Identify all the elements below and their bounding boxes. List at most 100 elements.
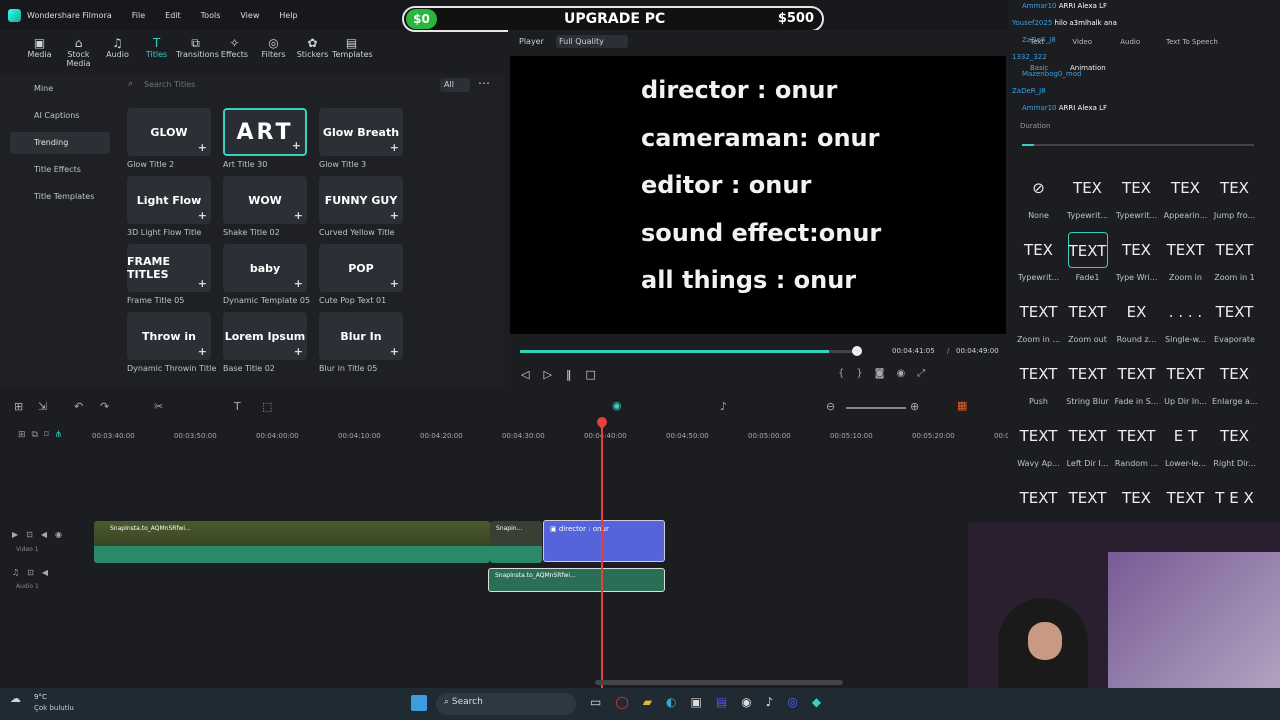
add-icon[interactable]: + xyxy=(198,209,207,222)
animation-preview[interactable]: TEXT xyxy=(1165,480,1206,516)
animation-preview[interactable]: TEXT xyxy=(1018,294,1059,330)
add-icon[interactable]: + xyxy=(198,345,207,358)
title-card[interactable]: Glow Breath + Glow Title 3 xyxy=(319,108,403,169)
animation-item[interactable]: TEXT Evaporate xyxy=(1212,294,1257,344)
animation-preview[interactable]: TEX xyxy=(1214,418,1255,454)
title-thumbnail[interactable]: POP + xyxy=(319,244,403,292)
animation-item[interactable]: TEXT Left Dir I... xyxy=(1065,418,1110,468)
animation-preview[interactable]: TEX xyxy=(1116,232,1157,268)
obs-icon[interactable]: ◎ xyxy=(787,695,811,709)
animation-preview[interactable]: TEXT xyxy=(1214,294,1255,330)
more-options-icon[interactable]: ⋯ xyxy=(478,76,490,90)
menu-view[interactable]: View xyxy=(240,11,259,20)
animation-preview[interactable]: TEX xyxy=(1214,170,1255,206)
timeline-scrollbar[interactable] xyxy=(595,680,843,685)
animation-preview[interactable]: TEX xyxy=(1214,356,1255,392)
animation-preview[interactable]: TEX xyxy=(1116,480,1157,516)
snap-icon[interactable]: ⌑ xyxy=(44,430,55,440)
animation-preview[interactable]: TEXT xyxy=(1116,418,1157,454)
animation-preview[interactable]: E T xyxy=(1165,418,1206,454)
animation-item[interactable]: TEX Typewrit... xyxy=(1114,170,1159,220)
tool-effects[interactable]: ✧ Effects xyxy=(215,36,254,70)
animation-item[interactable]: TEXT Zoom in ... xyxy=(1016,294,1061,344)
animation-item[interactable]: TEX Typewrit... xyxy=(1065,170,1110,220)
playback-progress[interactable] xyxy=(520,350,860,353)
title-clip[interactable]: ▣ director : onur xyxy=(543,520,665,562)
animation-item[interactable]: TEXT xyxy=(1016,480,1061,521)
teams-icon[interactable]: ▤ xyxy=(716,695,741,709)
video-clip[interactable]: SnapInsta.to_AQMnSRfwi... xyxy=(94,521,490,563)
snapshot-icon[interactable]: ◙ xyxy=(875,368,897,379)
title-card[interactable]: FRAME TITLES + Frame Title 05 xyxy=(127,244,211,305)
opera-icon[interactable]: ◯ xyxy=(615,695,642,709)
render-icon[interactable]: ◉ xyxy=(612,399,622,412)
zoom-out-icon[interactable]: ⊖ xyxy=(826,400,835,413)
sidebar-item-title-templates[interactable]: Title Templates xyxy=(10,186,110,208)
animation-preview[interactable]: TEXT xyxy=(1067,232,1108,268)
subtab-basic[interactable]: Basic xyxy=(1030,64,1049,72)
link-icon[interactable]: ⧉ xyxy=(32,430,44,440)
animation-item[interactable]: TEXT Zoom in 1 xyxy=(1212,232,1257,282)
crop-icon[interactable]: ⬚ xyxy=(262,400,272,413)
title-thumbnail[interactable]: ART + xyxy=(223,108,307,156)
title-card[interactable]: ART + Art Title 30 xyxy=(223,108,307,169)
animation-preview[interactable]: TEXT xyxy=(1067,294,1108,330)
animation-preview[interactable]: TEX xyxy=(1018,232,1059,268)
sidebar-item-trending[interactable]: Trending xyxy=(10,132,110,154)
animation-preview[interactable]: TEXT xyxy=(1165,232,1206,268)
split-icon[interactable]: ✂ xyxy=(154,400,163,413)
title-card[interactable]: Blur In + Blur in Title 05 xyxy=(319,312,403,373)
fullscreen-icon[interactable]: ⤢ xyxy=(917,368,937,379)
animation-item[interactable]: EX Round z... xyxy=(1114,294,1159,344)
add-track-icon[interactable]: ⊞ xyxy=(18,430,32,440)
layout-icon[interactable]: ⊞ xyxy=(14,400,23,413)
tool-filters[interactable]: ◎ Filters xyxy=(254,36,293,70)
add-icon[interactable]: + xyxy=(294,209,303,222)
add-icon[interactable]: + xyxy=(292,139,301,152)
prev-frame-icon[interactable]: ◁ xyxy=(521,368,543,381)
title-thumbnail[interactable]: Lorem Ipsum + xyxy=(223,312,307,360)
animation-item[interactable]: TEX Typewrit... xyxy=(1016,232,1061,282)
animation-preview[interactable]: TEXT xyxy=(1214,232,1255,268)
animation-item[interactable]: TEXT xyxy=(1163,480,1208,521)
menu-help[interactable]: Help xyxy=(279,11,297,20)
add-icon[interactable]: + xyxy=(390,141,399,154)
edge-icon[interactable]: ◐ xyxy=(666,695,690,709)
animation-item[interactable]: TEX Enlarge a... xyxy=(1212,356,1257,406)
title-card[interactable]: FUNNY GUY + Curved Yellow Title xyxy=(319,176,403,237)
lock-icon[interactable]: ⊡ xyxy=(27,568,42,577)
filter-dropdown[interactable]: All xyxy=(440,78,470,92)
title-card[interactable]: Lorem Ipsum + Base Title 02 xyxy=(223,312,307,373)
filmora-taskbar-icon[interactable]: ◆ xyxy=(812,695,835,709)
animation-item[interactable]: TEXT Up Dir In... xyxy=(1163,356,1208,406)
tab-text[interactable]: Text xyxy=(1030,38,1044,46)
subtab-animation[interactable]: Animation xyxy=(1070,64,1106,72)
tool-transitions[interactable]: ⧉ Transitions xyxy=(176,36,219,70)
animation-item[interactable]: TEXT Fade1 xyxy=(1065,232,1110,282)
animation-item[interactable]: TEX xyxy=(1114,480,1159,521)
volume-icon[interactable]: ◉ xyxy=(896,368,917,379)
title-thumbnail[interactable]: Light Flow + xyxy=(127,176,211,224)
animation-preview[interactable]: TEXT xyxy=(1116,356,1157,392)
play-icon[interactable]: ▷ xyxy=(543,368,565,381)
video-clip-2[interactable]: Snapin... xyxy=(490,521,542,563)
magnet-icon[interactable]: ⋔ xyxy=(55,430,69,440)
menu-tools[interactable]: Tools xyxy=(201,11,221,20)
animation-preview[interactable]: ⊘ xyxy=(1018,170,1059,206)
tab-text-to-speech[interactable]: Text To Speech xyxy=(1166,38,1218,46)
add-icon[interactable]: + xyxy=(390,209,399,222)
animation-item[interactable]: . . . . Single-w... xyxy=(1163,294,1208,344)
windows-start-icon[interactable] xyxy=(411,695,427,711)
animation-item[interactable]: T E X T xyxy=(1212,480,1257,543)
animation-item[interactable]: TEXT Push xyxy=(1016,356,1061,406)
tool-audio[interactable]: ♫ Audio xyxy=(98,36,137,70)
duration-slider[interactable] xyxy=(1022,144,1254,146)
title-thumbnail[interactable]: Throw in + xyxy=(127,312,211,360)
animation-preview[interactable]: TEX xyxy=(1067,170,1108,206)
sidebar-item-ai-captions[interactable]: AI Captions xyxy=(10,105,110,127)
animation-preview[interactable]: TEXT xyxy=(1018,418,1059,454)
steam-icon[interactable]: ◉ xyxy=(741,695,765,709)
animation-preview[interactable]: TEXT xyxy=(1067,418,1108,454)
tool-stickers[interactable]: ✿ Stickers xyxy=(293,36,332,70)
eye-icon[interactable]: ◉ xyxy=(55,530,70,539)
